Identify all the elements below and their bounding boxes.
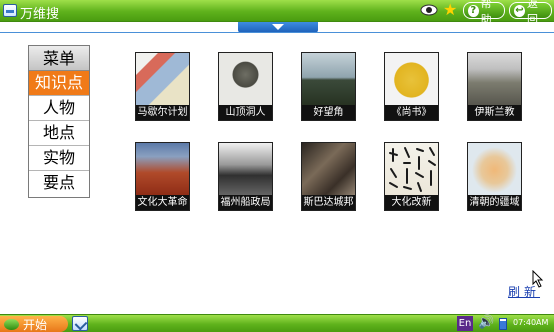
- thumb-caption: 大化改新: [385, 195, 438, 210]
- thumb-image: [219, 143, 272, 197]
- thumb-shangshu[interactable]: 《尚书》: [384, 52, 439, 121]
- header-divider: [0, 32, 554, 33]
- thumb-islam[interactable]: 伊斯兰教: [467, 52, 522, 121]
- thumb-sparta[interactable]: 斯巴达城邦: [301, 142, 356, 211]
- taskbar: 开始 En 🔊 07:40AM: [0, 314, 554, 332]
- category-menu: 菜单 知识点 人物 地点 实物 要点: [28, 45, 90, 198]
- input-method-button[interactable]: En: [457, 316, 473, 331]
- thumb-image: [302, 143, 355, 197]
- thumb-image: [385, 143, 438, 197]
- menu-header: 菜单: [29, 46, 89, 71]
- calligraphy-strokes: [389, 147, 436, 192]
- menu-item-objects[interactable]: 实物: [29, 146, 89, 171]
- menu-item-people[interactable]: 人物: [29, 96, 89, 121]
- menu-item-places[interactable]: 地点: [29, 121, 89, 146]
- thumb-caption: 清朝的疆域: [468, 195, 521, 210]
- thumb-image: [468, 53, 521, 107]
- back-arrow-icon: ↩: [514, 4, 525, 17]
- thumb-image: [136, 143, 189, 197]
- thumb-image: [302, 53, 355, 107]
- thumb-caption: 山顶洞人: [219, 105, 272, 120]
- thumb-caption: 马歇尔计划: [136, 105, 189, 120]
- thumb-caption: 文化大革命: [136, 195, 189, 210]
- menu-item-key-points[interactable]: 要点: [29, 171, 89, 196]
- thumb-fuzhou-navy-yard[interactable]: 福州船政局: [218, 142, 273, 211]
- start-logo-icon: [4, 318, 19, 330]
- thumb-caption: 《尚书》: [385, 105, 438, 120]
- back-button[interactable]: ↩ 返回: [509, 0, 552, 26]
- running-app-icon[interactable]: [72, 316, 88, 331]
- start-label: 开始: [23, 317, 48, 332]
- thumb-marshall-plan[interactable]: 马歇尔计划: [135, 52, 190, 121]
- help-label: 帮助: [480, 0, 492, 26]
- window-title: 万维搜: [20, 7, 60, 22]
- help-button[interactable]: ? 帮助: [463, 0, 505, 26]
- thumb-caption: 好望角: [302, 105, 355, 120]
- question-icon: ?: [468, 4, 479, 17]
- thumb-image: [385, 53, 438, 107]
- thumb-image: [468, 143, 521, 197]
- thumb-image: [219, 53, 272, 107]
- menu-item-knowledge[interactable]: 知识点: [29, 71, 89, 96]
- thumb-image: [136, 53, 189, 107]
- speaker-icon[interactable]: 🔊: [478, 315, 494, 331]
- thumb-cultural-revolution[interactable]: 文化大革命: [135, 142, 190, 211]
- app-icon: [3, 4, 17, 17]
- thumb-cape-of-good-hope[interactable]: 好望角: [301, 52, 356, 121]
- battery-icon: [499, 318, 507, 330]
- thumb-caption: 福州船政局: [219, 195, 272, 210]
- thumb-qing-territory[interactable]: 清朝的疆域: [467, 142, 522, 211]
- title-bar: 万维搜 ★ ? 帮助 ↩ 返回: [0, 0, 554, 26]
- thumb-peking-upper-cave-man[interactable]: 山顶洞人: [218, 52, 273, 121]
- clock: 07:40AM: [513, 318, 549, 327]
- thumb-caption: 伊斯兰教: [468, 105, 521, 120]
- thumb-taika-reform[interactable]: 大化改新: [384, 142, 439, 211]
- favorite-star-icon[interactable]: ★: [443, 1, 457, 19]
- eye-icon[interactable]: [420, 4, 438, 16]
- thumb-caption: 斯巴达城邦: [302, 195, 355, 210]
- back-label: 返回: [526, 0, 538, 26]
- start-button[interactable]: 开始: [0, 316, 68, 332]
- mouse-cursor-icon: [532, 270, 544, 288]
